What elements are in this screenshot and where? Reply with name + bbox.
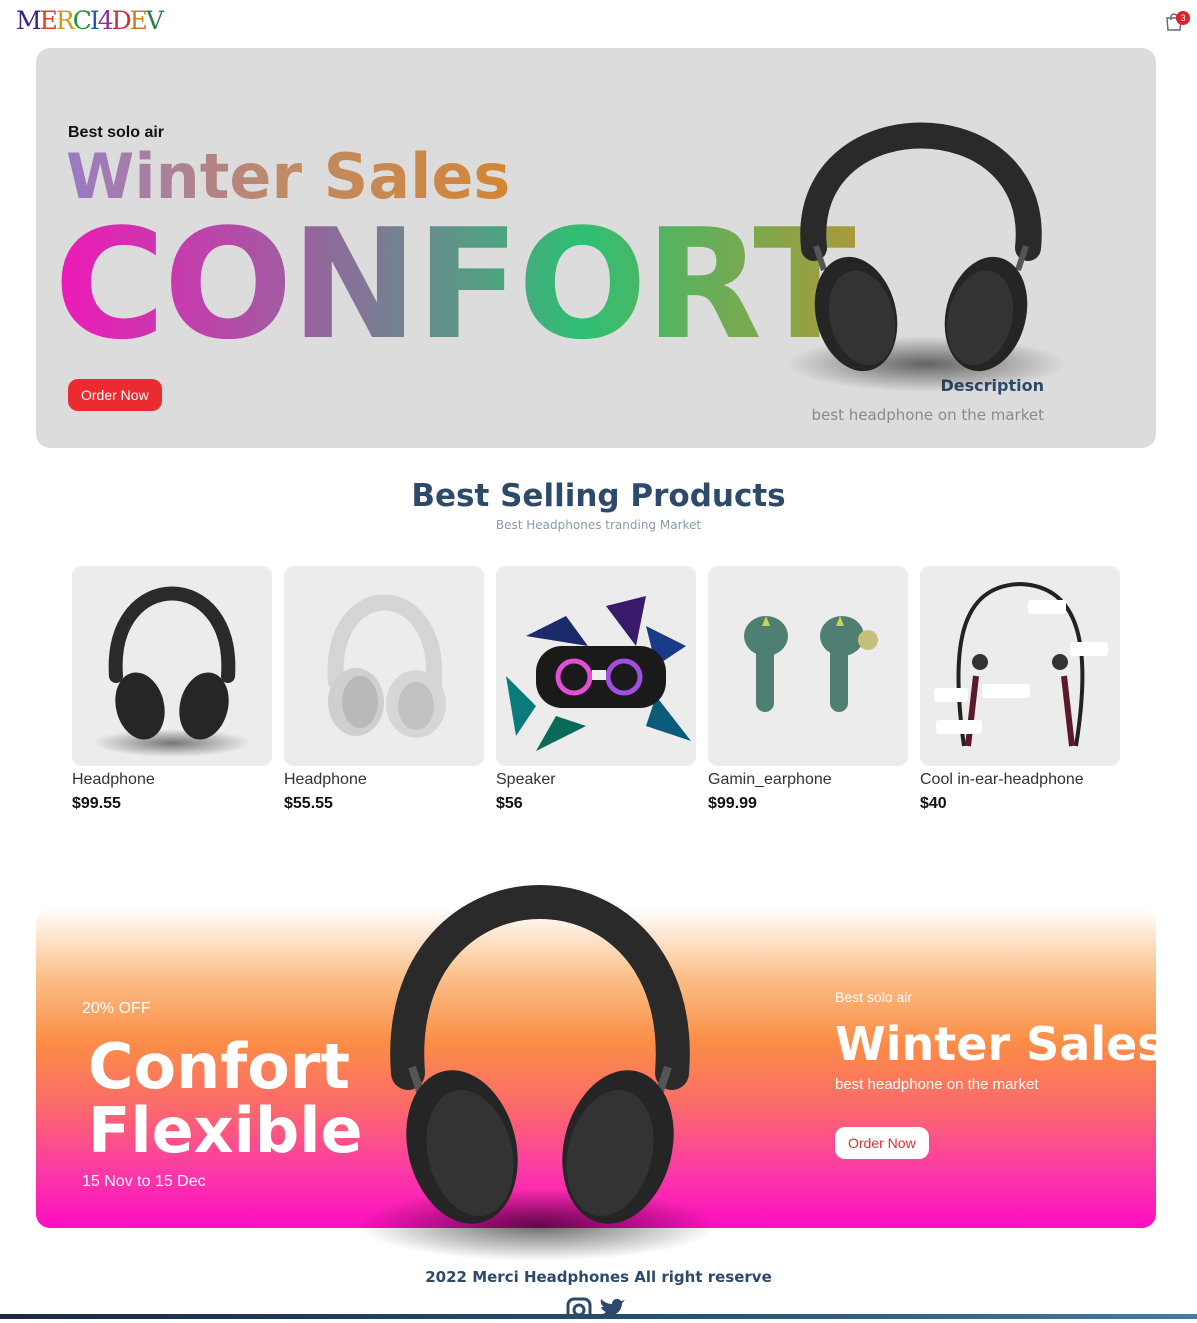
footer-copyright: 2022 Merci Headphones All right reserve bbox=[425, 1268, 772, 1286]
speaker-image bbox=[506, 596, 691, 751]
earbuds-image bbox=[744, 616, 878, 712]
promo-headline-line1: Confort bbox=[88, 1030, 351, 1103]
product-name: Cool in-ear-headphone bbox=[920, 771, 1084, 788]
logo-letter: E bbox=[39, 6, 58, 35]
product-name: Headphone bbox=[284, 771, 367, 788]
logo-letter: C bbox=[72, 6, 92, 35]
white-headphone-image bbox=[327, 594, 446, 738]
product-price: $55.55 bbox=[284, 795, 333, 812]
product-price: $40 bbox=[920, 795, 947, 812]
product-name: Gamin_earphone bbox=[708, 771, 832, 788]
hero-headphone-image bbox=[786, 122, 1066, 392]
product-image[interactable] bbox=[72, 566, 272, 766]
logo-letter: D bbox=[111, 6, 132, 35]
cart-count-badge: 3 bbox=[1176, 11, 1190, 25]
neckband-earphone-image bbox=[934, 581, 1108, 747]
product-image[interactable] bbox=[920, 566, 1120, 766]
logo-letter: I bbox=[89, 6, 100, 35]
product-card[interactable]: Headphone $55.55 bbox=[284, 566, 484, 814]
logo-letter: 4 bbox=[97, 6, 114, 35]
logo-letter: E bbox=[129, 6, 148, 35]
promo-subtitle: Best solo air bbox=[835, 989, 913, 1005]
product-name: Speaker bbox=[496, 771, 556, 788]
instagram-icon[interactable] bbox=[566, 1297, 592, 1323]
logo-letter: M bbox=[16, 6, 42, 35]
order-now-button[interactable]: Order Now bbox=[68, 379, 162, 411]
product-card[interactable]: Speaker $56 bbox=[496, 566, 696, 814]
product-card[interactable]: Gamin_earphone $99.99 bbox=[708, 566, 908, 814]
product-name: Headphone bbox=[72, 771, 155, 788]
product-image[interactable] bbox=[284, 566, 484, 766]
twitter-icon[interactable] bbox=[598, 1297, 626, 1323]
navbar: MERCI4DEV 3 bbox=[0, 0, 1197, 44]
product-image[interactable] bbox=[708, 566, 908, 766]
promo-headline-line2: Flexible bbox=[88, 1094, 363, 1167]
product-image[interactable] bbox=[496, 566, 696, 766]
promo-order-now-button[interactable]: Order Now bbox=[835, 1127, 929, 1159]
hero-description-text: best headphone on the market bbox=[811, 406, 1044, 424]
product-price: $99.55 bbox=[72, 795, 121, 812]
promo-headphone-image bbox=[360, 885, 718, 1261]
footer-bar bbox=[0, 1314, 1197, 1319]
hero-big-text: CONFORT bbox=[54, 196, 857, 373]
black-headphone-image bbox=[92, 586, 252, 757]
best-selling-title: Best Selling Products bbox=[411, 478, 786, 514]
promo-description: best headphone on the market bbox=[835, 1076, 1039, 1093]
logo-letter: V bbox=[145, 6, 164, 35]
promo-discount: 20% OFF bbox=[82, 1000, 151, 1017]
product-card[interactable]: Cool in-ear-headphone $40 bbox=[920, 566, 1120, 814]
promo-title: Winter Sales bbox=[835, 1017, 1165, 1071]
best-selling-subtitle: Best Headphones tranding Market bbox=[495, 518, 702, 532]
promo-dates: 15 Nov to 15 Dec bbox=[82, 1173, 206, 1190]
product-card[interactable]: Headphone $99.55 bbox=[72, 566, 272, 814]
logo[interactable]: MERCI4DEV bbox=[16, 6, 164, 36]
logo-letter: R bbox=[55, 6, 75, 35]
product-price: $99.99 bbox=[708, 795, 757, 812]
hero-banner: Best solo air Winter Sales CONFORT Order… bbox=[36, 48, 1156, 448]
product-price: $56 bbox=[496, 795, 523, 812]
